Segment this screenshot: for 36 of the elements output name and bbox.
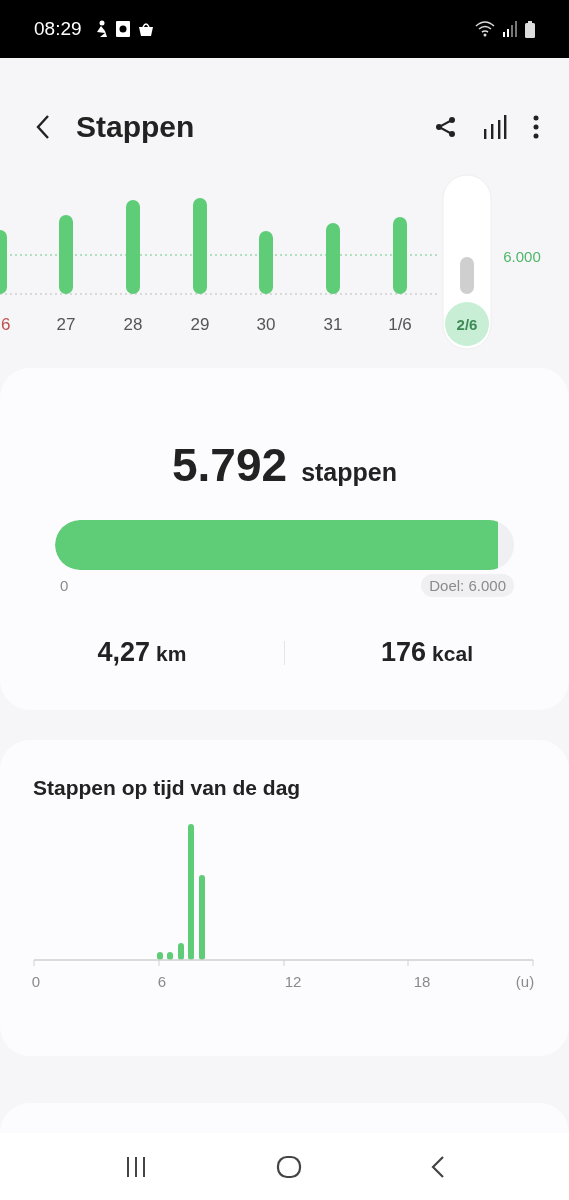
axis-label: 18 — [413, 973, 431, 990]
clock-app-icon — [115, 21, 130, 37]
axis-label: 6 — [157, 973, 167, 990]
home-icon[interactable] — [275, 1154, 302, 1179]
wifi-icon — [475, 21, 495, 37]
back-icon[interactable] — [430, 1154, 445, 1179]
battery-icon — [525, 20, 535, 38]
day-label[interactable]: 1/6 — [388, 315, 412, 334]
scale-min: 0 — [60, 577, 69, 594]
day-label[interactable]: 27 — [56, 315, 76, 334]
more-options-icon[interactable] — [533, 115, 539, 139]
axis-label: (u) — [515, 973, 535, 990]
day-label[interactable]: 28 — [123, 315, 143, 334]
back-icon[interactable] — [36, 114, 50, 140]
section-title: Stappen op tijd van de dag — [32, 775, 302, 800]
step-count: 5.792 — [172, 438, 288, 492]
day-label[interactable]: 6 — [1, 315, 11, 334]
bar-chart-icon[interactable] — [483, 115, 507, 139]
recent-apps-icon[interactable] — [124, 1155, 147, 1178]
goal-label: Doel: 6.000 — [421, 574, 514, 597]
share-icon[interactable] — [435, 116, 457, 138]
stat-unit: km — [156, 642, 187, 666]
clock: 08:29 — [34, 18, 82, 40]
day-label[interactable]: 31 — [323, 315, 343, 334]
axis-label: 0 — [31, 973, 41, 990]
signal-icon — [503, 21, 517, 37]
day-label[interactable]: 30 — [256, 315, 276, 334]
axis-label: 12 — [284, 973, 302, 990]
day-label[interactable]: 29 — [190, 315, 210, 334]
shopping-bag-icon — [137, 21, 154, 37]
page-title: Stappen — [76, 110, 196, 144]
step-unit: stappen — [301, 458, 397, 487]
stat-value: 176 — [381, 637, 427, 668]
stat-value: 4,27 — [97, 637, 151, 668]
stat-unit: kcal — [432, 642, 473, 666]
goal-label: 6.000 — [503, 248, 541, 265]
